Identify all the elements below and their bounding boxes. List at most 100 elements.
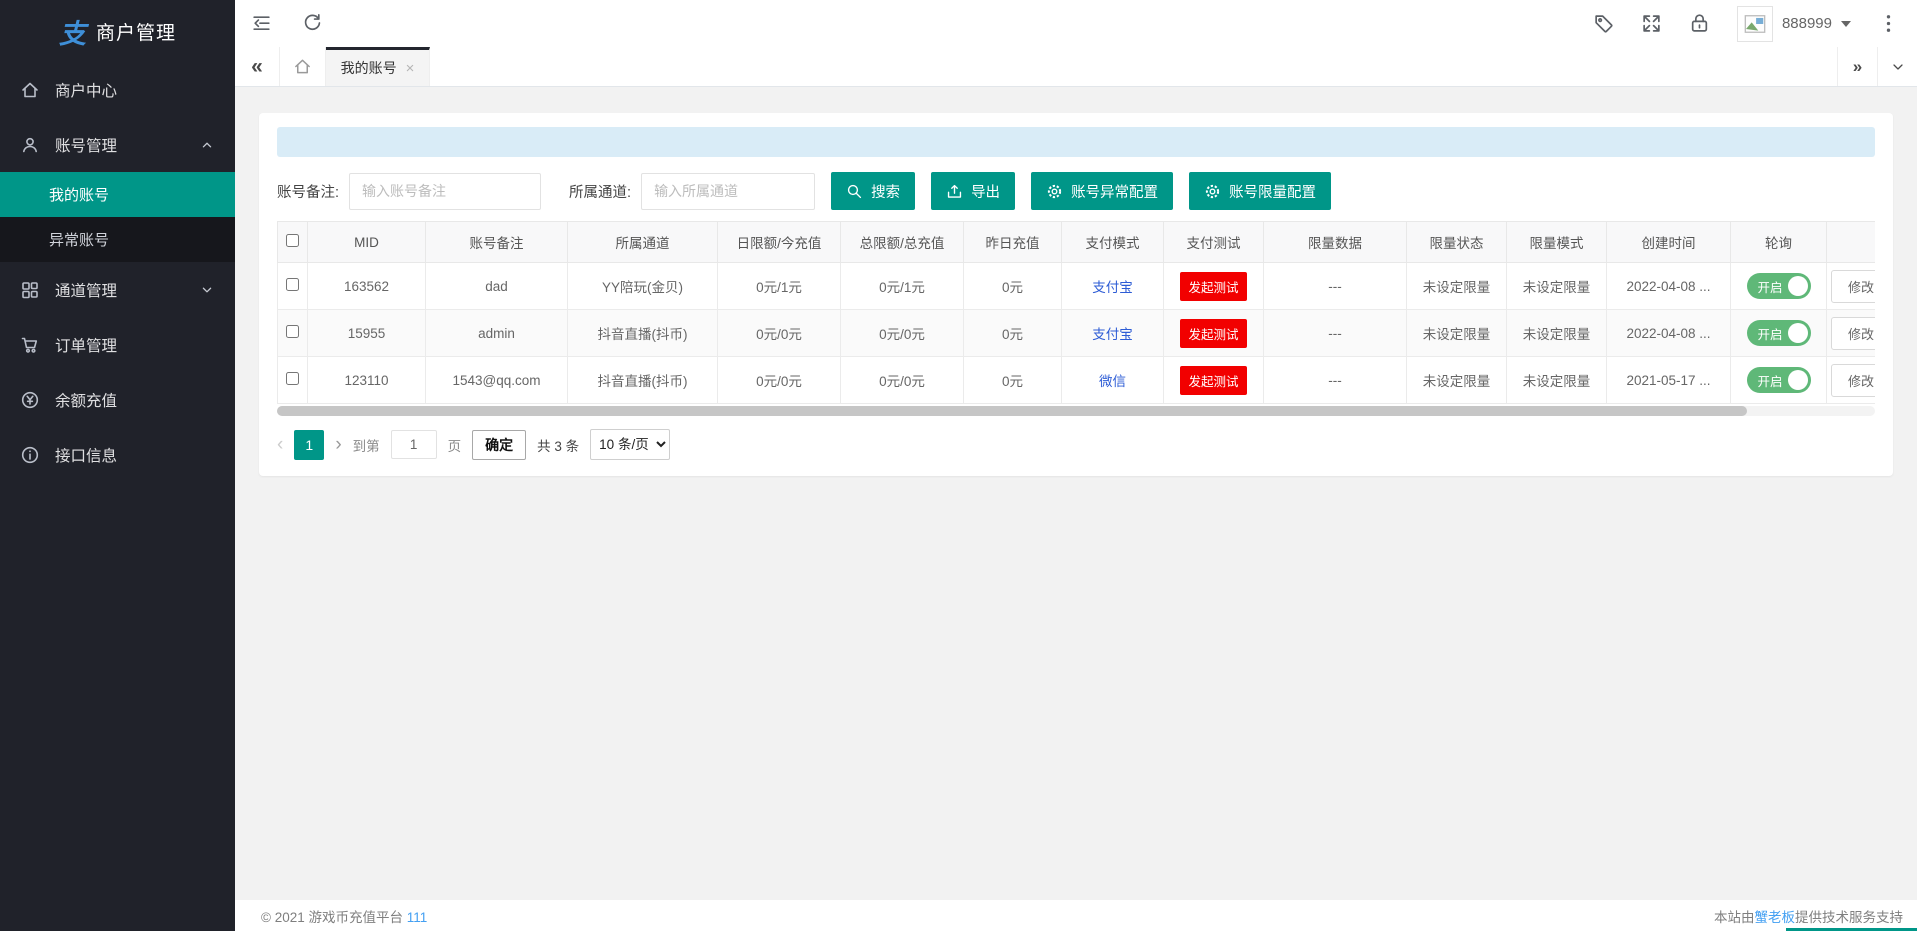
tab-my-accounts[interactable]: 我的账号 × [326, 47, 430, 86]
cell-mid: 123110 [308, 357, 426, 404]
prev-page-button[interactable]: ‹ [277, 434, 283, 456]
cell-yesterday: 0元 [964, 310, 1062, 357]
goto-confirm-button[interactable]: 确定 [472, 430, 526, 460]
cell-daily-limit: 0元/0元 [718, 310, 841, 357]
sidebar-item-channel-management[interactable]: 通道管理 [0, 262, 235, 317]
col-header-created: 创建时间 [1607, 222, 1731, 263]
fullscreen-icon[interactable] [1641, 13, 1662, 34]
copyright-text: © 2021 游戏币充值平台 [261, 910, 407, 925]
support-link[interactable]: 蟹老板 [1755, 910, 1796, 925]
sidebar-item-account-management[interactable]: 账号管理 [0, 117, 235, 172]
chevron-down-icon [1890, 59, 1906, 75]
toggle-label: 开启 [1758, 277, 1783, 296]
polling-toggle[interactable]: 开启 [1747, 273, 1811, 299]
grid-icon [20, 280, 40, 300]
toggle-knob [1788, 370, 1808, 390]
accounts-table: MID 账号备注 所属通道 日限额/今充值 总限额/总充值 昨日充值 支付模式 … [277, 221, 1875, 404]
total-count-label: 共 3 条 [537, 435, 579, 455]
polling-toggle[interactable]: 开启 [1747, 320, 1811, 346]
pay-test-button[interactable]: 发起测试 [1180, 272, 1246, 301]
row-checkbox[interactable] [286, 372, 299, 385]
polling-toggle[interactable]: 开启 [1747, 367, 1811, 393]
sidebar-item-label: 账号管理 [55, 134, 117, 156]
tabs-scroll-right-button[interactable]: » [1837, 47, 1877, 86]
sidebar-item-label: 接口信息 [55, 444, 117, 466]
tabs-menu-button[interactable] [1877, 47, 1917, 86]
header-checkbox-cell [278, 222, 308, 263]
search-icon [846, 183, 863, 200]
sidebar-submenu-accounts: 我的账号 异常账号 [0, 172, 235, 262]
horizontal-scrollbar-thumb[interactable] [277, 406, 1747, 416]
sidebar-item-abnormal-accounts[interactable]: 异常账号 [0, 217, 235, 262]
search-button[interactable]: 搜索 [831, 172, 915, 210]
cell-total-limit: 0元/1元 [841, 263, 964, 310]
main-area: 888999 « 我的账号 × » [235, 0, 1917, 931]
remark-filter-input[interactable] [349, 173, 541, 210]
collapse-menu-icon[interactable] [251, 13, 272, 34]
account-abnormal-config-button[interactable]: 账号异常配置 [1031, 172, 1173, 210]
page-size-select[interactable]: 10 条/页 [590, 429, 670, 460]
sidebar-subitem-label: 我的账号 [49, 184, 109, 205]
channel-filter-label: 所属通道: [569, 181, 631, 202]
sidebar-item-my-accounts[interactable]: 我的账号 [0, 172, 235, 217]
copyright-link[interactable]: 111 [407, 910, 428, 925]
account-limit-config-button[interactable]: 账号限量配置 [1189, 172, 1331, 210]
col-header-remark: 账号备注 [426, 222, 568, 263]
channel-filter-input[interactable] [641, 173, 815, 210]
row-checkbox[interactable] [286, 278, 299, 291]
limit-config-label: 账号限量配置 [1229, 181, 1316, 202]
edit-button[interactable]: 修改 [1831, 270, 1875, 303]
app-title: 商户管理 [96, 18, 176, 45]
chevron-up-icon [199, 137, 215, 153]
filter-toolbar: 账号备注: 所属通道: 搜索 导出 账号异常配置 [277, 172, 1875, 210]
tag-icon[interactable] [1593, 13, 1614, 34]
app-root: 支 商户管理 商户中心 账号管理 我的账号 异常账号 通道管理 [0, 0, 1917, 931]
cell-yesterday: 0元 [964, 357, 1062, 404]
dropdown-caret-icon [1841, 21, 1851, 27]
cell-yesterday: 0元 [964, 263, 1062, 310]
col-header-daily-limit: 日限额/今充值 [718, 222, 841, 263]
user-menu[interactable]: 888999 [1737, 6, 1851, 42]
sidebar-item-label: 通道管理 [55, 279, 117, 301]
col-header-mid: MID [308, 222, 426, 263]
chevron-down-icon [199, 282, 215, 298]
pay-test-button[interactable]: 发起测试 [1180, 366, 1246, 395]
pay-mode-link[interactable]: 支付宝 [1092, 280, 1133, 295]
sidebar-item-label: 订单管理 [55, 334, 117, 356]
pay-mode-link[interactable]: 微信 [1099, 374, 1126, 389]
sidebar-item-api-info[interactable]: 接口信息 [0, 427, 235, 482]
tab-home[interactable] [280, 47, 326, 86]
accounts-panel: 账号备注: 所属通道: 搜索 导出 账号异常配置 [259, 113, 1893, 476]
goto-page-input[interactable] [391, 430, 437, 459]
username[interactable]: 888999 [1782, 15, 1832, 32]
edit-button[interactable]: 修改 [1831, 317, 1875, 350]
topbar-left [251, 13, 323, 34]
next-page-button[interactable]: › [335, 434, 341, 456]
tabs-scroll-left-button[interactable]: « [235, 47, 280, 86]
logo-glyph-icon: 支 [59, 12, 86, 51]
row-checkbox[interactable] [286, 325, 299, 338]
cell-total-limit: 0元/0元 [841, 310, 964, 357]
lock-icon[interactable] [1689, 13, 1710, 34]
col-header-channel: 所属通道 [568, 222, 718, 263]
col-header-pay-test: 支付测试 [1164, 222, 1264, 263]
cell-daily-limit: 0元/1元 [718, 263, 841, 310]
refresh-icon[interactable] [302, 13, 323, 34]
col-header-pay-mode: 支付模式 [1062, 222, 1164, 263]
table-row: 123110 1543@qq.com 抖音直播(抖币) 0元/0元 0元/0元 … [278, 357, 1876, 404]
page-number-button[interactable]: 1 [294, 430, 324, 460]
pay-mode-link[interactable]: 支付宝 [1092, 327, 1133, 342]
export-button[interactable]: 导出 [931, 172, 1015, 210]
sidebar-item-balance-recharge[interactable]: 余额充值 [0, 372, 235, 427]
tab-close-icon[interactable]: × [406, 60, 415, 77]
cell-created: 2022-04-08 ... [1607, 263, 1731, 310]
more-options-icon[interactable] [1878, 13, 1899, 34]
sidebar-item-order-management[interactable]: 订单管理 [0, 317, 235, 372]
select-all-checkbox[interactable] [286, 234, 299, 247]
sidebar-item-merchant-center[interactable]: 商户中心 [0, 62, 235, 117]
cell-channel: 抖音直播(抖币) [568, 357, 718, 404]
edit-button[interactable]: 修改 [1831, 364, 1875, 397]
avatar[interactable] [1737, 6, 1773, 42]
pay-test-button[interactable]: 发起测试 [1180, 319, 1246, 348]
tabbar: « 我的账号 × » [235, 47, 1917, 87]
